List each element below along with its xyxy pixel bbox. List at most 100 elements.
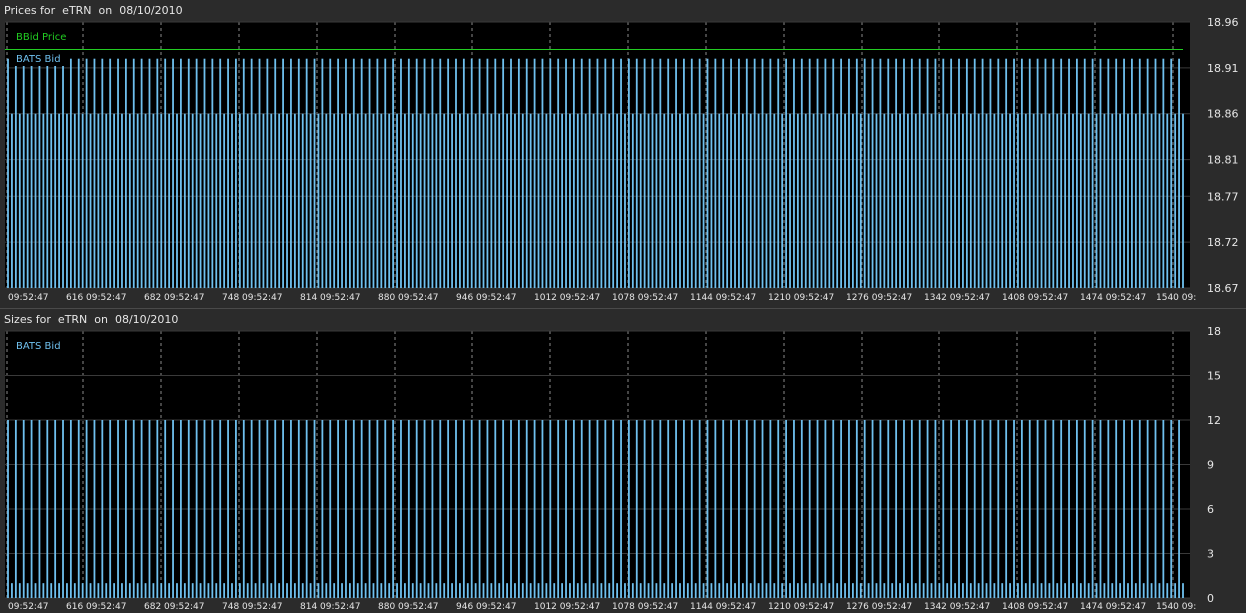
bats-bid-bar [1174, 583, 1177, 598]
bats-bid-bar [639, 583, 642, 598]
bats-bid-bar [1111, 583, 1114, 598]
bats-bid-bar [1064, 583, 1067, 598]
bats-bid-bar [761, 420, 764, 598]
bats-bid-bar [305, 420, 308, 598]
bats-bid-bar [376, 420, 379, 598]
bats-bid-bar [62, 420, 64, 598]
bats-bid-bar [572, 420, 575, 598]
bats-bid-bar [584, 583, 587, 598]
bats-bid-bar [1009, 583, 1011, 598]
bats-bid-bar [388, 583, 391, 598]
bats-bid-bar [219, 420, 222, 598]
bats-bid-bar [474, 583, 477, 598]
x-tick-label: 1474 09:52:47 [1080, 602, 1146, 612]
x-tick-label: 1078 09:52:47 [612, 602, 678, 612]
bats-bid-bar [514, 583, 516, 598]
bats-bid-bar [423, 420, 426, 598]
bats-bid-bar [840, 420, 843, 598]
bats-bid-bar [863, 420, 866, 598]
sizes-chart: 18 15 12 9 6 3 0 BATS Bid 09:52:47 616 09:52:47 68… [5, 325, 1221, 612]
bats-bid-bar [808, 420, 811, 598]
bats-bid-bar [647, 583, 650, 598]
bats-bid-bar [156, 420, 159, 598]
bats-bid-bar [89, 583, 92, 598]
bats-bid-bar [325, 583, 328, 598]
bats-bid-bar [270, 583, 273, 598]
bats-bid-bar [144, 583, 147, 598]
bats-bid-bar [914, 583, 917, 598]
bats-bid-bar [569, 583, 571, 598]
bats-bid-bar [466, 583, 469, 598]
bats-bid-bar [121, 583, 123, 598]
bats-bid-bar [734, 583, 736, 598]
bats-bid-bar [187, 420, 190, 598]
bats-bid-bar [117, 420, 119, 598]
bats-bid-bar [278, 583, 281, 598]
bats-bid-bar [698, 420, 701, 598]
bats-bid-bar [160, 583, 163, 598]
bats-bid-bar [804, 583, 807, 598]
bats-bid-bar [1127, 583, 1129, 598]
bats-bid-bar [168, 583, 171, 598]
bats-bid-bar [820, 583, 823, 598]
bats-bid-bar [164, 420, 167, 598]
bats-bid-bar [1131, 420, 1133, 598]
bats-bid-bar [435, 583, 438, 598]
x-tick-label: 814 09:52:47 [300, 602, 360, 612]
bats-bid-bar [950, 420, 953, 598]
bats-bid-bar [855, 420, 858, 598]
bats-bid-bar [965, 420, 968, 598]
bats-bid-bar [1134, 583, 1137, 598]
y-tick-label: 9 [1207, 459, 1214, 472]
bats-bid-bar [848, 420, 850, 598]
bats-bid-bar [576, 583, 579, 598]
bats-bid-bar [498, 583, 501, 598]
bats-bid-bar [690, 420, 693, 598]
bats-bid-bar [262, 583, 265, 598]
bats-bid-bar [537, 583, 540, 598]
bats-bid-bar [816, 420, 819, 598]
bats-bid-bar [392, 420, 395, 598]
bats-bid-bar [946, 583, 949, 598]
bats-bid-bar [223, 583, 226, 598]
bats-bid-bar [1150, 583, 1153, 598]
bats-bid-bar [30, 420, 33, 598]
bats-bid-bar [132, 420, 135, 598]
bats-bid-bar [596, 420, 599, 598]
bats-bid-bar [42, 583, 45, 598]
bats-bid-bar [663, 583, 666, 598]
bats-bid-bar [317, 583, 320, 598]
bats-bid-bar [938, 583, 941, 598]
bats-bid-bar [753, 420, 756, 598]
bats-bid-bar [364, 583, 367, 598]
bats-bid-bar [989, 420, 992, 598]
bats-bid-bar [250, 420, 253, 598]
x-tick-label: 1408 09:52:47 [1002, 602, 1068, 612]
bats-bid-bar [93, 420, 96, 598]
bats-bid-bar [246, 583, 249, 598]
bats-bid-bar [667, 420, 670, 598]
x-tick-label: 682 09:52:47 [144, 602, 204, 612]
bats-bid-bar [459, 583, 461, 598]
bats-bid-bar [321, 420, 324, 598]
x-tick-label: 946 09:52:47 [456, 602, 516, 612]
bats-bid-bar [46, 420, 49, 598]
bats-bid-bar [910, 420, 913, 598]
bats-bid-bar [136, 583, 139, 598]
bats-bid-bar [600, 583, 603, 598]
bats-bid-bar [1032, 583, 1035, 598]
bats-bid-bar [635, 420, 638, 598]
bats-bid-bar [140, 420, 143, 598]
bats-bid-bar [781, 583, 784, 598]
bats-bid-bar [337, 420, 340, 598]
bats-bid-bar [977, 583, 980, 598]
bats-bid-bar [203, 420, 206, 598]
bats-bid-bar [199, 583, 202, 598]
bats-bid-bar [502, 420, 505, 598]
bats-bid-bar [404, 583, 406, 598]
bats-bid-bar [895, 420, 898, 598]
bats-bid-bar [235, 420, 237, 598]
bats-bid-bar [1017, 583, 1019, 598]
bats-bid-bar [407, 420, 410, 598]
bats-bid-bar [561, 583, 563, 598]
